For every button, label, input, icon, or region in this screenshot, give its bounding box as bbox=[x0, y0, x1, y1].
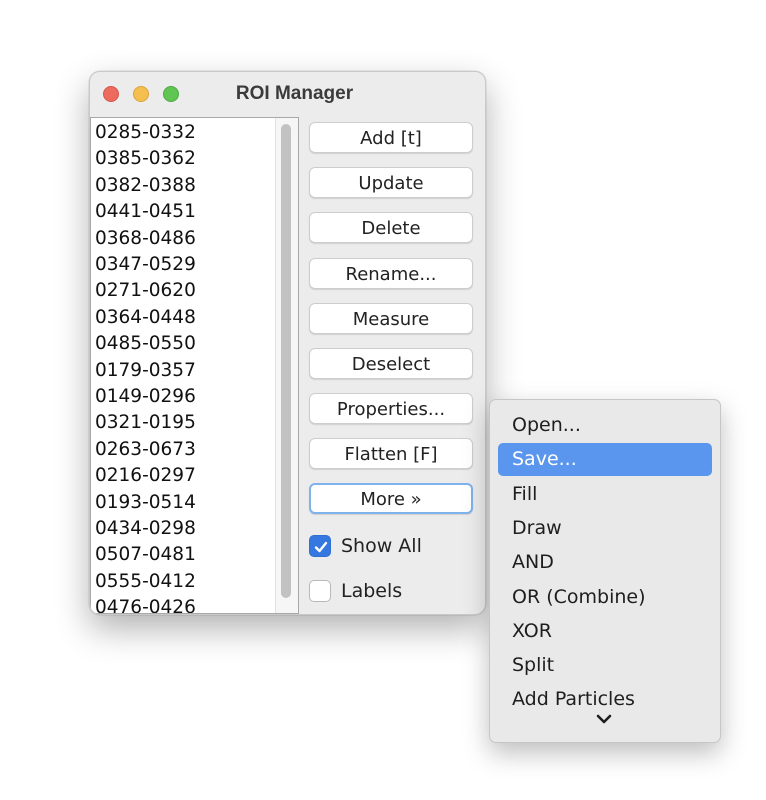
roi-list-item[interactable]: 0382-0388 bbox=[95, 173, 196, 199]
roi-list-item[interactable]: 0216-0297 bbox=[95, 463, 196, 489]
deselect-button[interactable]: Deselect bbox=[309, 348, 473, 379]
checkmark-icon bbox=[314, 541, 328, 553]
roi-manager-window: ROI Manager 0285-0332 0385-0362 0382-0388 0… bbox=[89, 71, 486, 615]
roi-list-item[interactable]: 0434-0298 bbox=[95, 516, 196, 542]
roi-list-item[interactable]: 0555-0412 bbox=[95, 569, 196, 595]
title-bar[interactable]: ROI Manager bbox=[90, 72, 485, 114]
window-title: ROI Manager bbox=[235, 83, 354, 104]
menu-item-fill[interactable]: Fill bbox=[498, 478, 712, 511]
delete-button[interactable]: Delete bbox=[309, 212, 473, 243]
menu-item-draw[interactable]: Draw bbox=[498, 512, 712, 545]
properties-button[interactable]: Properties... bbox=[309, 393, 473, 424]
labels-checkbox[interactable] bbox=[309, 580, 331, 602]
roi-list-item[interactable]: 0271-0620 bbox=[95, 278, 196, 304]
scrollbar-thumb[interactable] bbox=[281, 124, 291, 598]
roi-list-item[interactable]: 0385-0362 bbox=[95, 146, 196, 172]
menu-item-and[interactable]: AND bbox=[498, 546, 712, 579]
roi-list-item[interactable]: 0364-0448 bbox=[95, 305, 196, 331]
roi-list-item[interactable]: 0321-0195 bbox=[95, 410, 196, 436]
roi-list-item[interactable]: 0485-0550 bbox=[95, 331, 196, 357]
roi-list-item[interactable]: 0368-0486 bbox=[95, 226, 196, 252]
roi-list-item[interactable]: 0476-0426 bbox=[95, 595, 196, 613]
menu-item-add-particles[interactable]: Add Particles bbox=[498, 683, 712, 706]
roi-list-item[interactable]: 0179-0357 bbox=[95, 358, 196, 384]
roi-list-item[interactable]: 0441-0451 bbox=[95, 199, 196, 225]
roi-list[interactable]: 0285-0332 0385-0362 0382-0388 0441-0451 0368… bbox=[90, 117, 299, 614]
roi-list-item[interactable]: 0507-0481 bbox=[95, 542, 196, 568]
show-all-checkbox[interactable] bbox=[309, 535, 331, 557]
roi-list-item[interactable]: 0149-0296 bbox=[95, 384, 196, 410]
chevron-down-icon[interactable] bbox=[594, 712, 614, 731]
menu-items: Open... Save... Fill Draw AND OR (Combine) XOR… bbox=[490, 400, 720, 706]
menu-item-open[interactable]: Open... bbox=[498, 409, 712, 442]
menu-item-save[interactable]: Save... bbox=[498, 443, 712, 477]
update-button[interactable]: Update bbox=[309, 167, 473, 198]
roi-list-item[interactable]: 0263-0673 bbox=[95, 437, 196, 463]
show-all-label: Show All bbox=[341, 535, 422, 557]
roi-list-item[interactable]: 0347-0529 bbox=[95, 252, 196, 278]
measure-button[interactable]: Measure bbox=[309, 303, 473, 334]
labels-label: Labels bbox=[341, 580, 403, 602]
roi-list-scrollbar[interactable] bbox=[275, 118, 298, 613]
menu-item-xor[interactable]: XOR bbox=[498, 615, 712, 648]
more-dropdown-menu: Open... Save... Fill Draw AND OR (Combine) XOR… bbox=[489, 399, 721, 743]
menu-item-split[interactable]: Split bbox=[498, 649, 712, 682]
rename-button[interactable]: Rename... bbox=[309, 258, 473, 289]
flatten-button[interactable]: Flatten [F] bbox=[309, 438, 473, 469]
more-button[interactable]: More » bbox=[309, 483, 473, 514]
menu-item-or-combine[interactable]: OR (Combine) bbox=[498, 581, 712, 614]
roi-list-item[interactable]: 0193-0514 bbox=[95, 490, 196, 516]
add-button[interactable]: Add [t] bbox=[309, 122, 473, 153]
roi-list-item[interactable]: 0285-0332 bbox=[95, 120, 196, 146]
